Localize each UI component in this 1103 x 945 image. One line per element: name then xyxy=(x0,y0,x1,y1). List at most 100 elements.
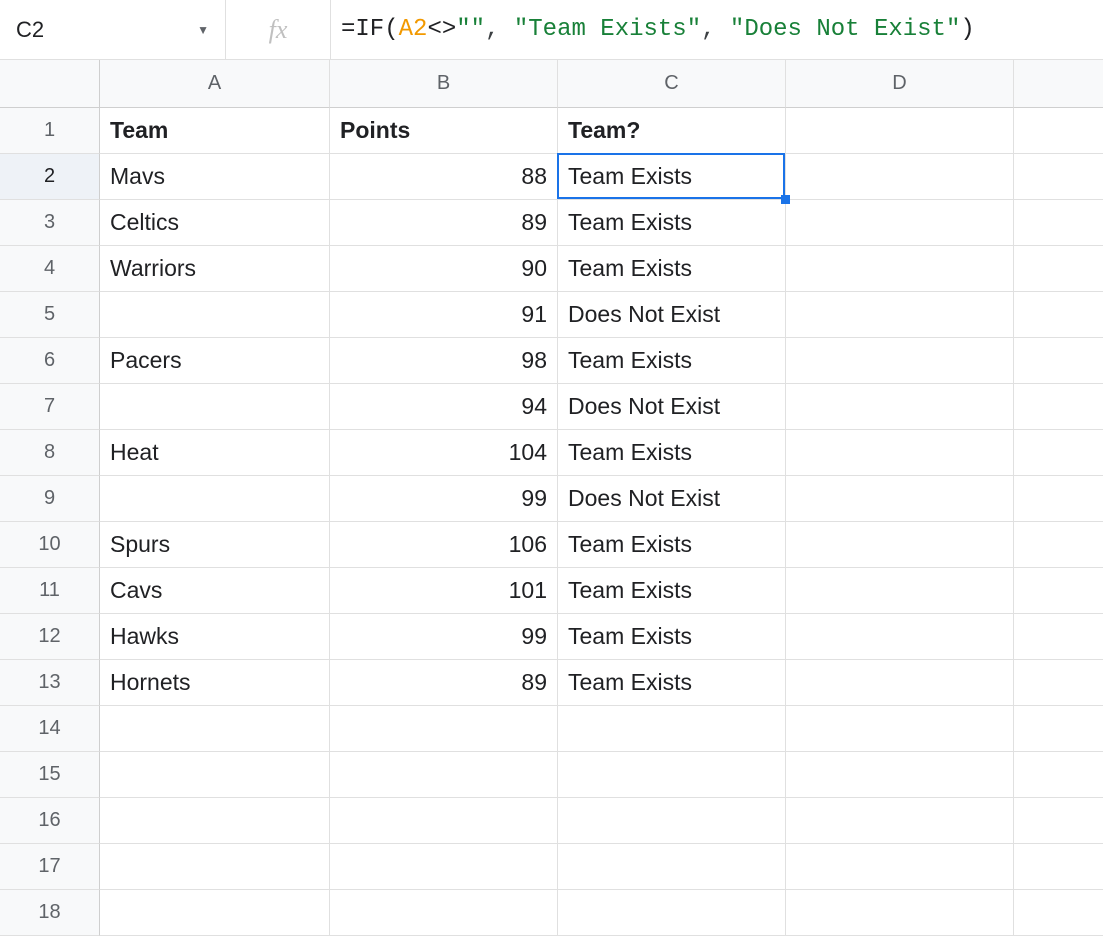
cell-C14[interactable] xyxy=(558,706,786,752)
cell-B5[interactable]: 91 xyxy=(330,292,558,338)
col-header-B[interactable]: B xyxy=(330,60,558,108)
cell-extra-13[interactable] xyxy=(1014,660,1103,706)
cell-B8[interactable]: 104 xyxy=(330,430,558,476)
row-header[interactable]: 14 xyxy=(0,706,100,752)
cell-D10[interactable] xyxy=(786,522,1014,568)
cell-C6[interactable]: Team Exists xyxy=(558,338,786,384)
cell-A18[interactable] xyxy=(100,890,330,936)
row-header[interactable]: 7 xyxy=(0,384,100,430)
row-header[interactable]: 6 xyxy=(0,338,100,384)
cell-B15[interactable] xyxy=(330,752,558,798)
cell-C1[interactable]: Team? xyxy=(558,108,786,154)
col-header-C[interactable]: C xyxy=(558,60,786,108)
cell-D18[interactable] xyxy=(786,890,1014,936)
cell-A13[interactable]: Hornets xyxy=(100,660,330,706)
cell-C15[interactable] xyxy=(558,752,786,798)
cell-B17[interactable] xyxy=(330,844,558,890)
cell-A11[interactable]: Cavs xyxy=(100,568,330,614)
row-header[interactable]: 17 xyxy=(0,844,100,890)
row-header[interactable]: 12 xyxy=(0,614,100,660)
formula-input[interactable]: =IF(A2<>"", "Team Exists", "Does Not Exi… xyxy=(331,0,1103,59)
cell-D4[interactable] xyxy=(786,246,1014,292)
cell-extra-17[interactable] xyxy=(1014,844,1103,890)
cell-A4[interactable]: Warriors xyxy=(100,246,330,292)
cell-D3[interactable] xyxy=(786,200,1014,246)
cell-A10[interactable]: Spurs xyxy=(100,522,330,568)
row-header[interactable]: 13 xyxy=(0,660,100,706)
cell-D16[interactable] xyxy=(786,798,1014,844)
fx-icon[interactable]: fx xyxy=(226,0,330,59)
cell-D9[interactable] xyxy=(786,476,1014,522)
row-header[interactable]: 9 xyxy=(0,476,100,522)
row-header[interactable]: 8 xyxy=(0,430,100,476)
cell-extra-14[interactable] xyxy=(1014,706,1103,752)
cell-C18[interactable] xyxy=(558,890,786,936)
cell-C12[interactable]: Team Exists xyxy=(558,614,786,660)
row-header[interactable]: 10 xyxy=(0,522,100,568)
cell-extra-12[interactable] xyxy=(1014,614,1103,660)
row-header[interactable]: 15 xyxy=(0,752,100,798)
cell-B13[interactable]: 89 xyxy=(330,660,558,706)
cell-extra-5[interactable] xyxy=(1014,292,1103,338)
cell-D11[interactable] xyxy=(786,568,1014,614)
cell-D15[interactable] xyxy=(786,752,1014,798)
cell-C8[interactable]: Team Exists xyxy=(558,430,786,476)
col-header-extra[interactable] xyxy=(1014,60,1103,108)
cell-A16[interactable] xyxy=(100,798,330,844)
cell-C4[interactable]: Team Exists xyxy=(558,246,786,292)
row-header[interactable]: 2 xyxy=(0,154,100,200)
cell-B16[interactable] xyxy=(330,798,558,844)
cell-A2[interactable]: Mavs xyxy=(100,154,330,200)
cell-B9[interactable]: 99 xyxy=(330,476,558,522)
cell-A17[interactable] xyxy=(100,844,330,890)
cell-A8[interactable]: Heat xyxy=(100,430,330,476)
row-header[interactable]: 5 xyxy=(0,292,100,338)
cell-B18[interactable] xyxy=(330,890,558,936)
cell-C11[interactable]: Team Exists xyxy=(558,568,786,614)
cell-A1[interactable]: Team xyxy=(100,108,330,154)
cell-D6[interactable] xyxy=(786,338,1014,384)
cell-extra-3[interactable] xyxy=(1014,200,1103,246)
cell-C9[interactable]: Does Not Exist xyxy=(558,476,786,522)
cell-extra-2[interactable] xyxy=(1014,154,1103,200)
cell-B3[interactable]: 89 xyxy=(330,200,558,246)
cell-D2[interactable] xyxy=(786,154,1014,200)
cell-A14[interactable] xyxy=(100,706,330,752)
cell-B10[interactable]: 106 xyxy=(330,522,558,568)
cell-A6[interactable]: Pacers xyxy=(100,338,330,384)
name-box[interactable]: C2 ▼ xyxy=(0,0,225,59)
cell-extra-11[interactable] xyxy=(1014,568,1103,614)
cell-A5[interactable] xyxy=(100,292,330,338)
cell-extra-7[interactable] xyxy=(1014,384,1103,430)
cell-A9[interactable] xyxy=(100,476,330,522)
cell-B14[interactable] xyxy=(330,706,558,752)
cell-D13[interactable] xyxy=(786,660,1014,706)
cell-C2[interactable]: Team Exists xyxy=(558,154,786,200)
col-header-D[interactable]: D xyxy=(786,60,1014,108)
cell-D12[interactable] xyxy=(786,614,1014,660)
cell-C10[interactable]: Team Exists xyxy=(558,522,786,568)
cell-extra-18[interactable] xyxy=(1014,890,1103,936)
cell-A15[interactable] xyxy=(100,752,330,798)
cell-A7[interactable] xyxy=(100,384,330,430)
row-header[interactable]: 16 xyxy=(0,798,100,844)
name-box-dropdown-icon[interactable]: ▼ xyxy=(197,23,209,37)
cell-B2[interactable]: 88 xyxy=(330,154,558,200)
cell-D14[interactable] xyxy=(786,706,1014,752)
cell-C16[interactable] xyxy=(558,798,786,844)
cell-D5[interactable] xyxy=(786,292,1014,338)
cell-C3[interactable]: Team Exists xyxy=(558,200,786,246)
cell-D8[interactable] xyxy=(786,430,1014,476)
row-header[interactable]: 4 xyxy=(0,246,100,292)
cell-B6[interactable]: 98 xyxy=(330,338,558,384)
cell-B1[interactable]: Points xyxy=(330,108,558,154)
cell-C13[interactable]: Team Exists xyxy=(558,660,786,706)
selection-fill-handle[interactable] xyxy=(781,195,790,204)
cell-B7[interactable]: 94 xyxy=(330,384,558,430)
row-header[interactable]: 18 xyxy=(0,890,100,936)
cell-extra-8[interactable] xyxy=(1014,430,1103,476)
cell-D7[interactable] xyxy=(786,384,1014,430)
cell-B4[interactable]: 90 xyxy=(330,246,558,292)
col-header-A[interactable]: A xyxy=(100,60,330,108)
row-header[interactable]: 11 xyxy=(0,568,100,614)
